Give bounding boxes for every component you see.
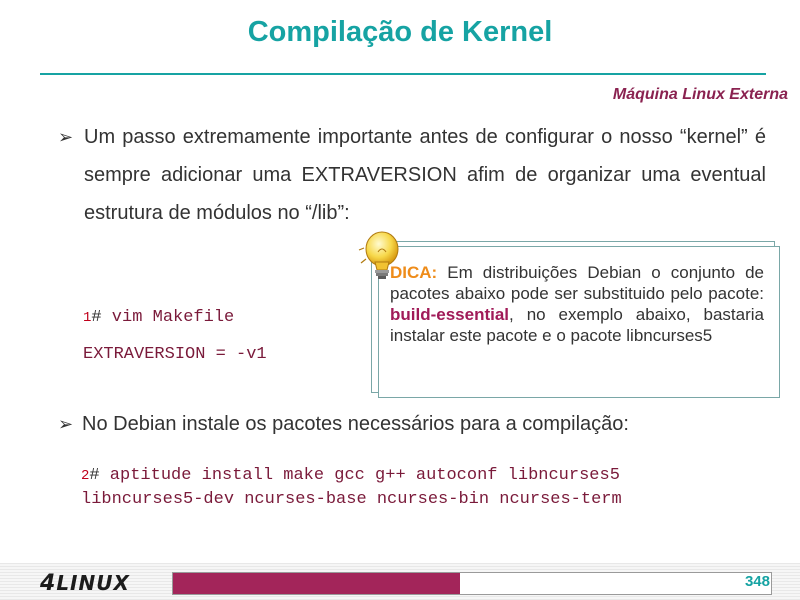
title-divider (40, 73, 766, 75)
tip-text: DICA: Em distribuições Debian o conjunto… (390, 262, 764, 346)
bullet-text: Um passo extremamente importante antes d… (84, 126, 766, 224)
prompt-hash: # (89, 466, 100, 485)
page-number: 348 (744, 573, 770, 590)
code-command: aptitude install make gcc g++ autoconf l… (99, 466, 620, 485)
4linux-logo: 4LINUX (40, 571, 130, 596)
code-block-aptitude: 2# aptitude install make gcc g++ autocon… (81, 464, 781, 512)
code-command: vim Makefile (101, 308, 235, 327)
slide-subtitle: Máquina Linux Externa (612, 86, 788, 103)
bullet-arrow-icon: ➢ (58, 414, 74, 434)
prompt-hash: # (91, 308, 102, 327)
bullet-arrow-icon: ➢ (58, 127, 74, 147)
code-command-continued: libncurses5-dev ncurses-base ncurses-bin… (81, 490, 622, 509)
bullet-debian-packages: ➢ No Debian instale os pacotes necessári… (58, 410, 766, 438)
code-line-vim: 1# vim Makefile (83, 308, 234, 327)
slide-progress-bar (172, 572, 772, 595)
tip-package: build-essential (390, 305, 510, 324)
bullet-text: No Debian instale os pacotes necessários… (82, 413, 629, 435)
bullet-extraversion: ➢ Um passo extremamente importante antes… (58, 118, 766, 232)
code-line-extraversion: EXTRAVERSION = -v1 (83, 345, 267, 364)
lightbulb-icon (358, 231, 399, 279)
slide-title: Compilação de Kernel (247, 16, 553, 48)
slide-progress-fill (173, 573, 461, 594)
tip-body: Em distribuições Debian o conjunto de pa… (390, 263, 764, 303)
